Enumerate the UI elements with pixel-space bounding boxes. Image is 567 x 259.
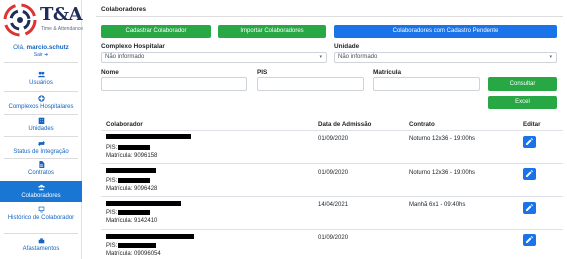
cadastrar-colaborador-button[interactable]: Cadastrar Colaborador bbox=[101, 25, 211, 38]
redacted-pis bbox=[118, 145, 150, 150]
unidade-label: Unidade bbox=[334, 43, 360, 50]
sidebar-divider bbox=[4, 62, 78, 63]
redacted-pis bbox=[118, 178, 150, 183]
sidebar-item-afastamentos[interactable]: Afastamentos bbox=[0, 237, 82, 255]
sidebar-item-historico[interactable]: Histórico de Colaborador bbox=[0, 206, 82, 232]
user-info: Olá, marcio.schutz Sair ➜ bbox=[0, 44, 82, 58]
sidebar-divider bbox=[4, 91, 78, 92]
redacted-pis bbox=[118, 243, 156, 248]
document-icon bbox=[38, 161, 44, 168]
importar-colaboradores-button[interactable]: Importar Colaboradores bbox=[218, 25, 326, 38]
contrato-value: Noturno 12x36 - 19:00hs bbox=[409, 170, 476, 176]
contrato-value: Manhã 6x1 - 09:40hs bbox=[409, 202, 466, 208]
app-root: T&A Time & Attendance Olá, marcio.schutz… bbox=[0, 0, 567, 259]
pencil-icon bbox=[526, 170, 533, 177]
sync-icon bbox=[37, 140, 45, 147]
unidade-select[interactable]: Não informado ▾ bbox=[334, 52, 557, 63]
complexo-label: Complexo Hospitalar bbox=[101, 43, 165, 50]
matricula-value: Matrícula: 9096428 bbox=[106, 186, 158, 192]
pencil-icon bbox=[526, 138, 533, 145]
cadastro-pendente-button[interactable]: Colaboradores com Cadastro Pendente bbox=[334, 25, 557, 38]
pencil-icon bbox=[526, 236, 533, 243]
title-divider bbox=[96, 16, 563, 17]
redacted-pis bbox=[118, 210, 150, 215]
sidebar-item-colaboradores[interactable]: Colaboradores bbox=[0, 181, 82, 202]
admissao-value: 01/09/2020 bbox=[318, 136, 349, 142]
table-header-rule bbox=[101, 130, 563, 131]
building-icon bbox=[38, 117, 44, 124]
pis-value: PIS: bbox=[106, 210, 118, 216]
contrato-value: Noturno 12x36 - 19:00hs bbox=[409, 136, 476, 142]
page-title: Colaboradores bbox=[101, 6, 147, 13]
edit-button[interactable] bbox=[523, 136, 536, 148]
complexo-select[interactable]: Não informado ▾ bbox=[101, 52, 327, 63]
row-divider bbox=[101, 163, 563, 164]
sidebar-item-unidades[interactable]: Unidades bbox=[0, 117, 82, 135]
leave-icon bbox=[38, 238, 44, 244]
logout-link[interactable]: Sair ➜ bbox=[0, 52, 82, 58]
sidebar-item-complexos[interactable]: Complexos Hospitalares bbox=[0, 95, 82, 113]
sidebar-divider bbox=[4, 114, 78, 115]
edit-button[interactable] bbox=[523, 234, 536, 246]
matricula-input[interactable] bbox=[373, 77, 480, 91]
chevron-down-icon: ▾ bbox=[319, 54, 322, 60]
group-icon bbox=[37, 184, 45, 191]
col-header-contrato: Contrato bbox=[409, 121, 435, 128]
sidebar: T&A Time & Attendance Olá, marcio.schutz… bbox=[0, 0, 83, 259]
col-header-editar: Editar bbox=[523, 121, 541, 128]
admissao-value: 14/04/2021 bbox=[318, 202, 349, 208]
edit-button[interactable] bbox=[523, 202, 536, 214]
redacted-name bbox=[106, 201, 181, 206]
sidebar-divider bbox=[4, 158, 78, 159]
pis-value: PIS: bbox=[106, 178, 118, 184]
pencil-icon bbox=[526, 204, 533, 211]
sidebar-item-contratos[interactable]: Contratos bbox=[0, 161, 82, 179]
hospital-icon bbox=[37, 95, 45, 102]
chevron-down-icon: ▾ bbox=[549, 54, 552, 60]
matricula-value: Matrícula: 9096158 bbox=[106, 153, 158, 159]
users-icon bbox=[37, 71, 45, 78]
brand-name: T&A bbox=[40, 4, 83, 25]
sidebar-divider bbox=[4, 233, 78, 234]
consultar-button[interactable]: Consultar bbox=[488, 77, 557, 91]
pis-label: PIS bbox=[257, 69, 268, 76]
excel-button[interactable]: Excel bbox=[488, 96, 557, 109]
logo-mark-icon bbox=[3, 3, 37, 37]
sidebar-item-status-integracao[interactable]: Status de Integração bbox=[0, 140, 82, 158]
pis-value: PIS: bbox=[106, 145, 118, 151]
redacted-name bbox=[106, 234, 194, 239]
sidebar-item-usuarios[interactable]: Usuários bbox=[0, 71, 82, 89]
logo: T&A Time & Attendance bbox=[3, 3, 91, 37]
pis-input[interactable] bbox=[257, 77, 364, 91]
matricula-label: Matrícula bbox=[373, 69, 402, 76]
nome-label: Nome bbox=[101, 69, 119, 76]
brand-tagline: Time & Attendance bbox=[41, 26, 84, 32]
pis-value: PIS: bbox=[106, 243, 118, 249]
main-content: Colaboradores Cadastrar Colaborador Impo… bbox=[96, 0, 567, 259]
matricula-value: Matrícula: 9142410 bbox=[106, 218, 158, 224]
row-divider bbox=[101, 196, 563, 197]
redacted-name bbox=[106, 134, 191, 139]
edit-button[interactable] bbox=[523, 168, 536, 180]
sidebar-divider bbox=[4, 136, 78, 137]
row-divider bbox=[101, 229, 563, 230]
user-greeting[interactable]: Olá, marcio.schutz bbox=[0, 44, 82, 51]
col-header-admissao: Data de Admissão bbox=[318, 121, 372, 128]
admissao-value: 01/09/2020 bbox=[318, 170, 349, 176]
col-header-colaborador: Colaborador bbox=[106, 121, 143, 128]
admissao-value: 01/09/2020 bbox=[318, 235, 349, 241]
redacted-name bbox=[106, 168, 156, 173]
nome-input[interactable] bbox=[101, 77, 247, 91]
history-icon bbox=[38, 206, 44, 213]
matricula-value: Matrícula: 09096054 bbox=[106, 251, 161, 257]
